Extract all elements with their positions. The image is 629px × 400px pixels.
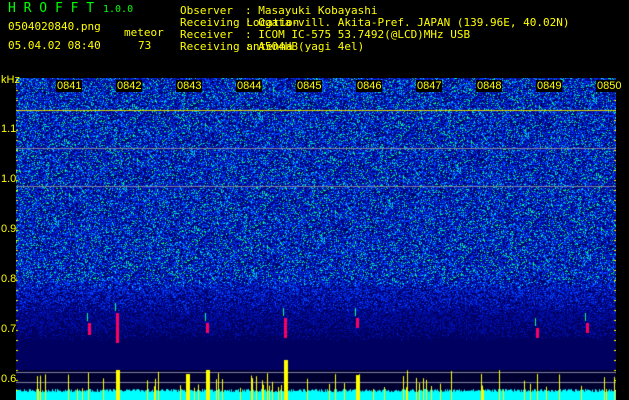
app-version: 1.0.0 [103, 4, 134, 15]
x-tick-label: 0844 [236, 80, 263, 92]
meteor-count: 73 [138, 39, 152, 52]
x-tick-label: 0848 [476, 80, 503, 92]
x-tick-label: 0849 [536, 80, 563, 92]
y-tick-label: 1.0 [1, 173, 17, 185]
spectrogram [16, 78, 616, 400]
y-tick-label: 0.6 [1, 373, 17, 385]
x-tick-label: 0842 [116, 80, 143, 92]
y-tick-label: 1.1 [1, 123, 17, 135]
filename: 0504020840.png [8, 20, 101, 33]
x-tick-label: 0850 [596, 80, 623, 92]
x-tick-label: 0841 [56, 80, 83, 92]
app-logo: H R O F F T [8, 1, 95, 16]
x-tick-label: 0846 [356, 80, 383, 92]
y-tick-label: 0.9 [1, 223, 17, 235]
x-tick-label: 0845 [296, 80, 323, 92]
y-tick-label: 0.7 [1, 323, 17, 335]
x-tick-label: 0847 [416, 80, 443, 92]
meteor-label: meteor [124, 26, 164, 39]
info-value: : A504HB(yagi 4el) [245, 40, 365, 53]
y-tick-label: 0.8 [1, 273, 17, 285]
datetime: 05.04.02 08:40 [8, 39, 101, 52]
x-tick-label: 0843 [176, 80, 203, 92]
y-axis-label: kHz [1, 74, 20, 86]
